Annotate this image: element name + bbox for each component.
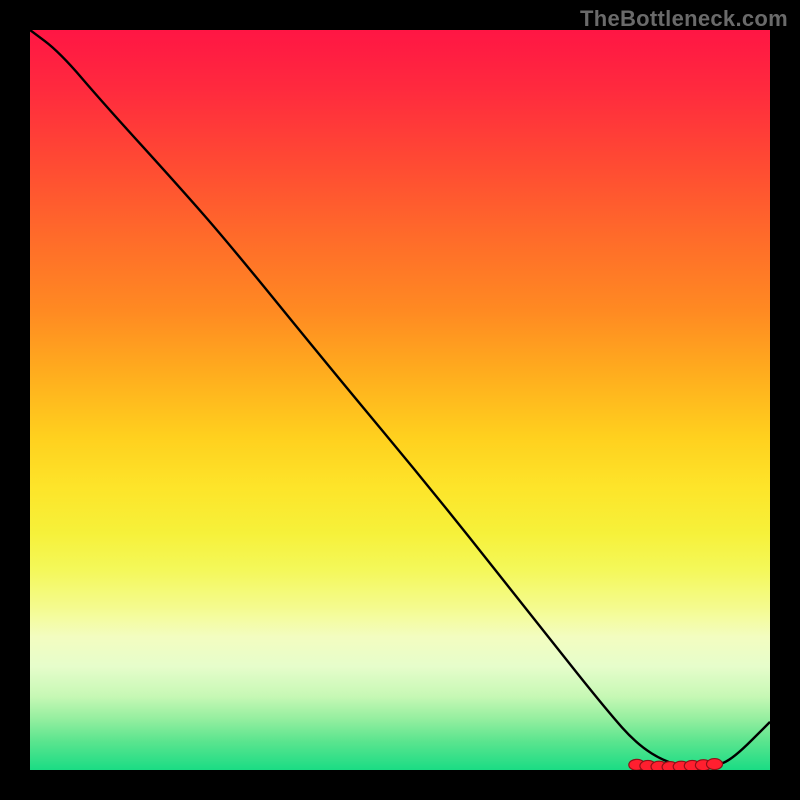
optimal-marker — [707, 759, 723, 770]
chart-frame: TheBottleneck.com — [0, 0, 800, 800]
plot-area — [30, 30, 770, 770]
marker-group — [629, 759, 723, 770]
line-layer — [30, 30, 770, 770]
watermark-text: TheBottleneck.com — [580, 6, 788, 32]
bottleneck-curve — [30, 30, 770, 768]
